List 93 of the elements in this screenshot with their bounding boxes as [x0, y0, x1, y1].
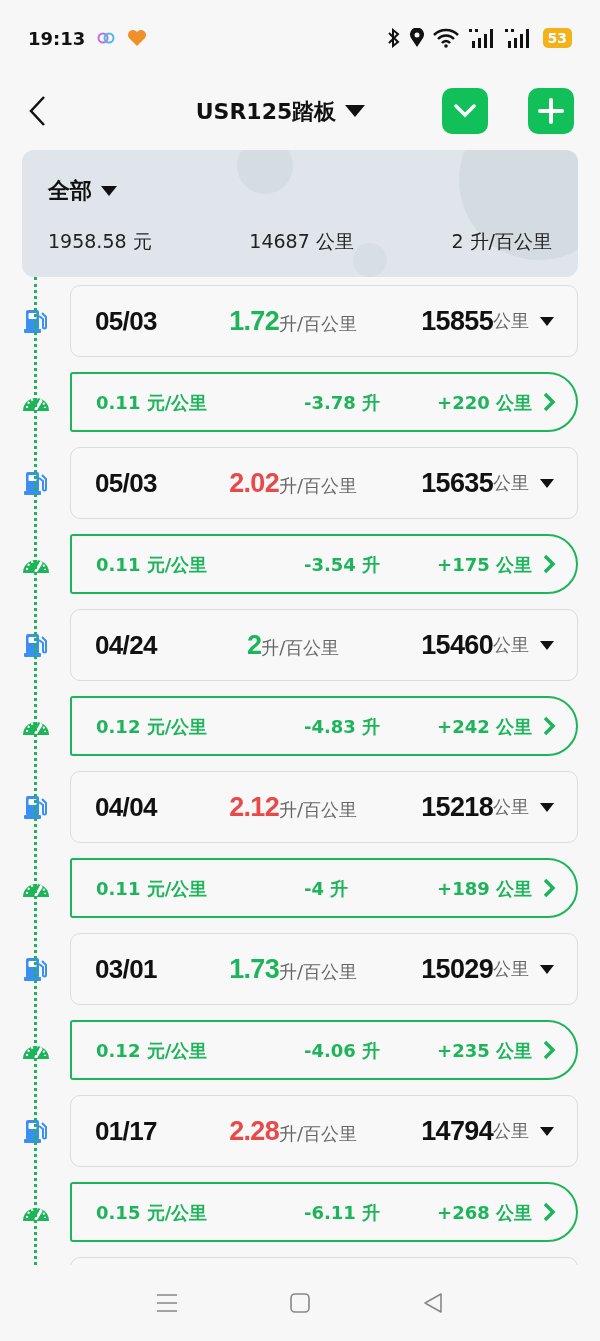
chevron-right-icon[interactable] [542, 554, 556, 574]
odometer-unit: 公里 [493, 957, 529, 981]
status-time: 19:13 [28, 26, 86, 51]
fuel-pump-icon [23, 794, 47, 820]
signal-icon [502, 27, 531, 49]
cost-per-km: 0.15 元/公里 [96, 1200, 209, 1225]
chevron-down-icon [453, 104, 477, 118]
fuel-efficiency-value: 2.28 [229, 1114, 280, 1148]
fuel-efficiency-value: 1.72 [229, 304, 280, 338]
refuel-card[interactable]: 05/03 2.02升/百公里 15635公里 [70, 447, 578, 519]
fuel-efficiency-value: 2.12 [229, 790, 280, 824]
collapse-button[interactable] [442, 88, 488, 134]
wifi-icon [432, 28, 459, 48]
filter-dropdown[interactable]: 全部 [48, 174, 92, 207]
odometer-value: 15029 [421, 952, 493, 986]
caret-icon[interactable] [539, 477, 555, 489]
fuel-pump-icon [23, 470, 47, 496]
caret-icon[interactable] [539, 315, 555, 327]
efficiency-unit: 升/百公里 [279, 960, 358, 984]
odometer-value: 15218 [421, 790, 493, 824]
refuel-date: 05/03 [95, 466, 158, 500]
odometer-value: 15635 [421, 466, 493, 500]
efficiency-unit: 升/百公里 [279, 798, 358, 822]
cost-per-km: 0.12 元/公里 [96, 714, 209, 739]
fuel-used: -4.83 升 [304, 714, 382, 739]
location-icon [408, 28, 425, 48]
chevron-right-icon[interactable] [542, 878, 556, 898]
trip-distance: +268 公里 [437, 1200, 532, 1225]
refuel-card[interactable]: 05/03 1.72升/百公里 15855公里 [70, 285, 578, 357]
total-cost: 1958.58 元 [48, 229, 152, 254]
caret-icon[interactable] [539, 963, 555, 975]
efficiency-unit: 升/百公里 [261, 636, 340, 660]
refuel-card[interactable]: 04/04 2.12升/百公里 15218公里 [70, 771, 578, 843]
fuel-efficiency-value: 1.73 [229, 952, 280, 986]
trip-distance: +175 公里 [437, 552, 532, 577]
trip-distance: +242 公里 [437, 714, 532, 739]
trip-distance: +220 公里 [437, 390, 532, 415]
refuel-card[interactable]: 03/01 1.73升/百公里 15029公里 [70, 933, 578, 1005]
cost-per-km: 0.11 元/公里 [96, 876, 209, 901]
odometer-unit: 公里 [493, 309, 529, 333]
refuel-card[interactable]: 04/24 2升/百公里 15460公里 [70, 609, 578, 681]
cost-per-km: 0.12 元/公里 [96, 1038, 209, 1063]
chevron-right-icon[interactable] [542, 392, 556, 412]
trip-distance: +235 公里 [437, 1038, 532, 1063]
home-icon[interactable] [289, 1292, 311, 1314]
fuel-pump-icon [23, 632, 47, 658]
fuel-used: -3.78 升 [304, 390, 382, 415]
fuel-used: -4.06 升 [304, 1038, 382, 1063]
total-distance: 14687 公里 [249, 229, 354, 254]
refuel-date: 01/17 [95, 1114, 158, 1148]
odometer-unit: 公里 [493, 633, 529, 657]
efficiency-unit: 升/百公里 [279, 474, 358, 498]
signal-icon [466, 27, 495, 49]
efficiency-unit: 升/百公里 [279, 312, 358, 336]
caret-icon[interactable] [100, 184, 118, 197]
chevron-right-icon[interactable] [542, 1202, 556, 1222]
cost-per-km: 0.11 元/公里 [96, 390, 209, 415]
chevron-right-icon[interactable] [542, 1040, 556, 1060]
odometer-unit: 公里 [493, 471, 529, 495]
efficiency-unit: 升/百公里 [279, 1122, 358, 1146]
fuel-efficiency-value: 2 [246, 628, 262, 662]
fuel-used: -4 升 [304, 876, 350, 901]
add-button[interactable] [528, 88, 574, 134]
fuel-used: -3.54 升 [304, 552, 382, 577]
average-consumption: 2 升/百公里 [451, 229, 552, 254]
caret-icon[interactable] [344, 103, 367, 119]
refuel-date: 04/04 [95, 790, 159, 824]
heart-icon [127, 29, 148, 47]
bluetooth-icon [386, 28, 401, 48]
chevron-right-icon[interactable] [542, 716, 556, 736]
refuel-date: 05/03 [95, 304, 158, 338]
trip-distance: +189 公里 [437, 876, 532, 901]
odometer-unit: 公里 [493, 795, 529, 819]
vehicle-title[interactable]: USR125踏板 [195, 94, 337, 128]
caret-icon[interactable] [539, 801, 555, 813]
refuel-card[interactable]: 01/17 2.28升/百公里 14794公里 [70, 1095, 578, 1167]
odometer-value: 15855 [421, 304, 493, 338]
refuel-date: 03/01 [95, 952, 158, 986]
battery-indicator: 53 [542, 28, 572, 48]
cost-per-km: 0.11 元/公里 [96, 552, 209, 577]
caret-icon[interactable] [539, 639, 555, 651]
fuel-pump-icon [23, 1118, 47, 1144]
fuel-pump-icon [23, 956, 47, 982]
odometer-value: 15460 [421, 628, 493, 662]
fuel-efficiency-value: 2.02 [229, 466, 280, 500]
caret-icon[interactable] [539, 1125, 555, 1137]
plus-icon [538, 98, 564, 124]
fuel-used: -6.11 升 [304, 1200, 382, 1225]
fuel-pump-icon [23, 308, 47, 334]
odometer-unit: 公里 [493, 1119, 529, 1143]
menu-icon[interactable] [155, 1293, 178, 1313]
refuel-date: 04/24 [95, 628, 159, 662]
odometer-value: 14794 [421, 1114, 493, 1148]
